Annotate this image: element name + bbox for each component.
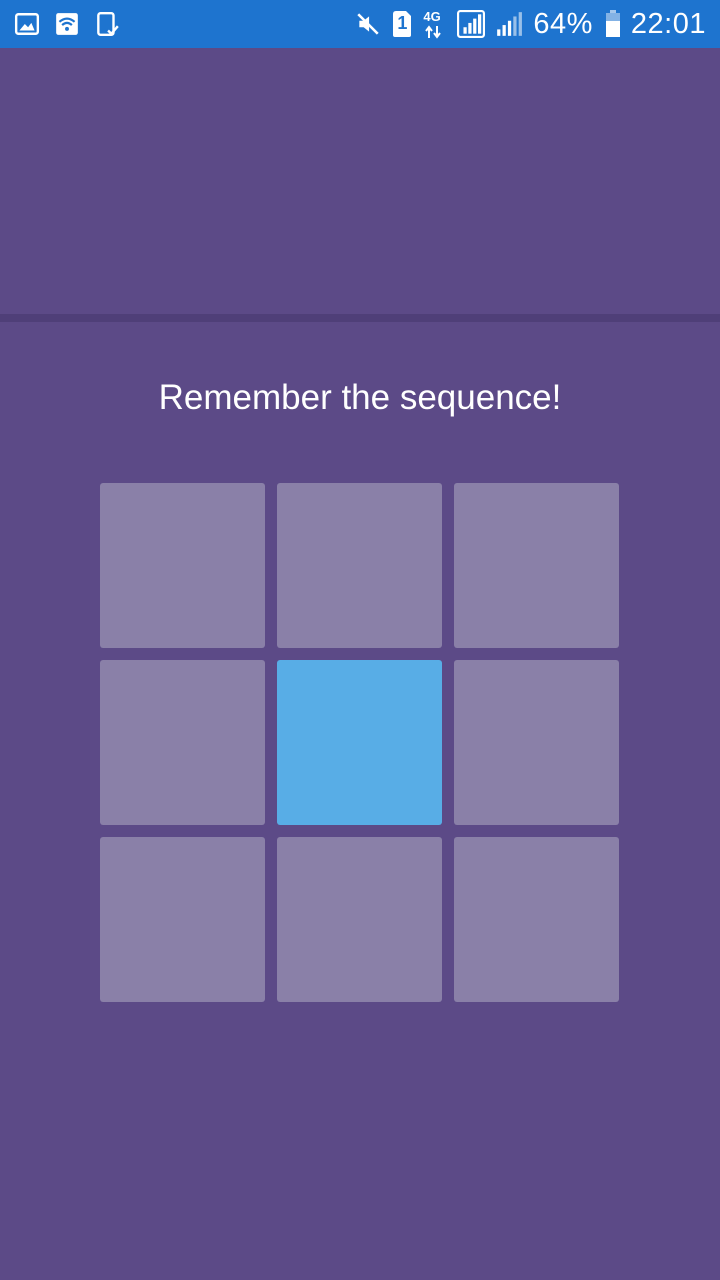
highlighted-tile[interactable]	[277, 660, 442, 825]
sim-number: 1	[397, 13, 408, 33]
game-prompt: Remember the sequence!	[158, 378, 562, 417]
sim-1-icon: 1	[391, 10, 413, 38]
grid-tile[interactable]	[454, 837, 619, 1002]
grid-tile[interactable]	[277, 483, 442, 648]
tablet-check-icon	[97, 11, 119, 37]
signal-2-icon	[497, 12, 523, 36]
battery-percent: 64%	[533, 7, 593, 40]
status-right-icons: 1 4G 64% 22:01	[355, 0, 706, 48]
mute-icon	[357, 13, 380, 35]
battery-icon	[605, 10, 620, 37]
grid-tile[interactable]	[454, 483, 619, 648]
grid-tile[interactable]	[277, 837, 442, 1002]
gallery-icon	[14, 13, 40, 35]
memory-grid	[100, 483, 620, 1003]
network-type-label: 4G	[423, 9, 441, 24]
status-bar: 1 4G 64% 22:01	[0, 0, 720, 48]
wifi-icon	[56, 13, 78, 35]
grid-tile[interactable]	[100, 837, 265, 1002]
top-panel	[0, 48, 720, 314]
grid-tile[interactable]	[100, 660, 265, 825]
grid-tile[interactable]	[454, 660, 619, 825]
signal-icon	[457, 10, 486, 38]
data-arrows-icon	[425, 25, 442, 39]
status-left-icons	[14, 11, 120, 37]
grid-tile[interactable]	[100, 483, 265, 648]
panel-divider	[0, 314, 720, 322]
network-type-indicator: 4G	[423, 9, 447, 39]
clock: 22:01	[630, 7, 706, 40]
